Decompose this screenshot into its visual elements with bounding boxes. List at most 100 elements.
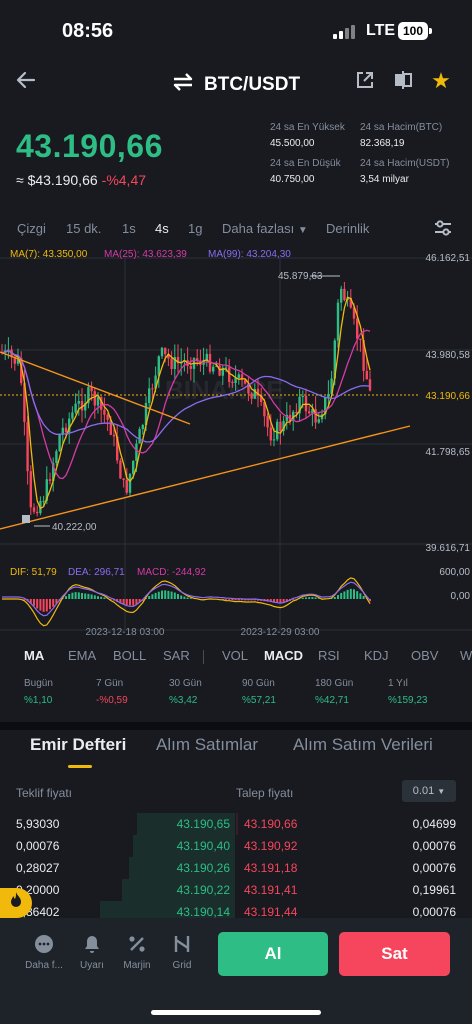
orderbook-row[interactable]: 0,28027 43.190,26 43.191,18 0,00076: [0, 857, 472, 879]
macd-bar: [228, 599, 231, 600]
nav-grid[interactable]: Grid: [160, 934, 204, 971]
header-bar: BTC/USDT ★: [0, 62, 472, 106]
tab-ma[interactable]: MA: [24, 648, 44, 663]
macd-bar: [167, 590, 170, 599]
macd-bar: [154, 592, 157, 599]
macd-bar: [52, 599, 55, 607]
home-indicator: [151, 1010, 321, 1015]
chart-watermark: BINANCE: [165, 375, 283, 405]
candle-body: [368, 379, 372, 391]
candle-body: [112, 434, 116, 437]
tab-4h[interactable]: 4s: [155, 221, 169, 236]
candle-body: [74, 403, 77, 413]
current-price-label: 43.190,66: [426, 391, 471, 402]
macd-bar: [346, 589, 349, 599]
chevron-down-icon: ▼: [297, 225, 308, 236]
ask-qty: 0,00076: [412, 839, 456, 853]
orderbook-row[interactable]: 5,93030 43.190,65 43.190,66 0,04699: [0, 813, 472, 835]
price-chart[interactable]: BINANCE MA(7): 43.350,00 MA(25): 43.623,…: [0, 244, 472, 640]
candle-body: [128, 473, 132, 493]
bid-price: 43.190,65: [176, 817, 230, 831]
tab-1d[interactable]: 1g: [188, 221, 202, 236]
ma99-label: MA(99): 43.204,30: [208, 249, 291, 260]
tab-15m[interactable]: 15 dk.: [66, 221, 101, 236]
macd-bar: [151, 594, 154, 599]
macd-bar: [132, 599, 135, 606]
candle-body: [189, 366, 192, 369]
macd-bar: [45, 599, 48, 612]
tab-line[interactable]: Çizgi: [17, 221, 46, 236]
orderbook-row[interactable]: 0,00076 43.190,40 43.190,92 0,00076: [0, 835, 472, 857]
macd-bar: [183, 596, 186, 599]
candle-body: [266, 416, 269, 428]
tab-vol[interactable]: VOL: [222, 648, 248, 663]
high-marker: 45.879,63: [278, 271, 323, 282]
macd-bar: [314, 597, 317, 599]
macd-bar: [122, 599, 125, 604]
tab-depth[interactable]: Derinlik: [326, 221, 369, 236]
tab-macd[interactable]: MACD: [264, 648, 303, 663]
date-label-0: 2023-12-18 03:00: [86, 627, 165, 638]
tab-obv[interactable]: OBV: [411, 648, 438, 663]
tab-rsi[interactable]: RSI: [318, 648, 340, 663]
macd-bar: [33, 599, 35, 606]
ask-qty: 0,00076: [412, 861, 456, 875]
price-change: -%4,47: [101, 172, 147, 188]
tab-more[interactable]: Daha fazlası ▼: [222, 221, 308, 236]
bid-price: 43.190,14: [176, 905, 230, 919]
perf-1y: 1 Yıl %159,23: [388, 678, 428, 706]
active-tab-indicator: [68, 765, 92, 768]
compare-icon[interactable]: [392, 70, 414, 92]
candle-body: [272, 439, 276, 441]
axis-label-2: 41.798,65: [426, 447, 471, 458]
ask-qty: 0,00076: [412, 905, 456, 919]
tab-order-book[interactable]: Emir Defteri: [30, 735, 126, 755]
nav-alerts[interactable]: Uyarı: [70, 934, 114, 971]
ma7-label: MA(7): 43.350,00: [10, 249, 88, 260]
candle-body: [42, 500, 45, 502]
candle-body: [58, 434, 61, 452]
tab-trade-data[interactable]: Alım Satım Verileri: [293, 735, 433, 755]
candle-body: [48, 479, 52, 481]
candle-body: [132, 460, 135, 474]
macd-bar: [65, 596, 67, 599]
signal-icon: [333, 25, 357, 39]
candle-body: [212, 366, 215, 372]
star-icon[interactable]: ★: [430, 70, 452, 92]
last-price: 43.190,66: [16, 128, 163, 164]
candle-body: [228, 367, 231, 382]
chart-settings-icon[interactable]: [434, 220, 452, 236]
tab-kdj[interactable]: KDJ: [364, 648, 389, 663]
candle-body: [164, 347, 167, 354]
dea-label: DEA: 296,71: [68, 567, 125, 578]
tab-sar[interactable]: SAR: [163, 648, 190, 663]
precision-select[interactable]: 0.01 ▼: [402, 780, 456, 802]
perf-today: Bugün %1,10: [24, 678, 53, 706]
tab-boll[interactable]: BOLL: [113, 648, 146, 663]
indicator-tabs: MA EMA BOLL SAR VOL MACD RSI KDJ OBV W: [0, 646, 472, 668]
macd-bar: [90, 594, 93, 599]
ask-price: 43.190,92: [244, 839, 298, 853]
ask-qty: 0,04699: [412, 817, 456, 831]
tab-ema[interactable]: EMA: [68, 648, 96, 663]
macd-bar: [81, 593, 83, 599]
back-arrow-icon[interactable]: [14, 68, 38, 99]
nav-more[interactable]: Daha f...: [22, 934, 66, 971]
macd-bar: [301, 597, 304, 599]
tab-w[interactable]: W: [460, 648, 472, 663]
candle-body: [148, 388, 151, 403]
tab-1h[interactable]: 1s: [122, 221, 136, 236]
candle-body: [336, 302, 340, 341]
tab-trades[interactable]: Alım Satımlar: [156, 735, 258, 755]
sell-button[interactable]: Sat: [339, 932, 450, 976]
pair-selector[interactable]: BTC/USDT: [172, 72, 300, 98]
macd-bar: [186, 597, 189, 599]
macd-bar: [125, 599, 128, 605]
nav-margin[interactable]: Marjin: [115, 934, 159, 971]
orderbook-row[interactable]: 0,20000 43.190,22 43.191,41 0,19961: [0, 879, 472, 901]
fire-icon[interactable]: [0, 888, 32, 918]
buy-button[interactable]: Al: [218, 932, 328, 976]
candle-body: [64, 427, 68, 433]
share-icon[interactable]: [354, 70, 376, 92]
date-label-1: 2023-12-29 03:00: [241, 627, 320, 638]
